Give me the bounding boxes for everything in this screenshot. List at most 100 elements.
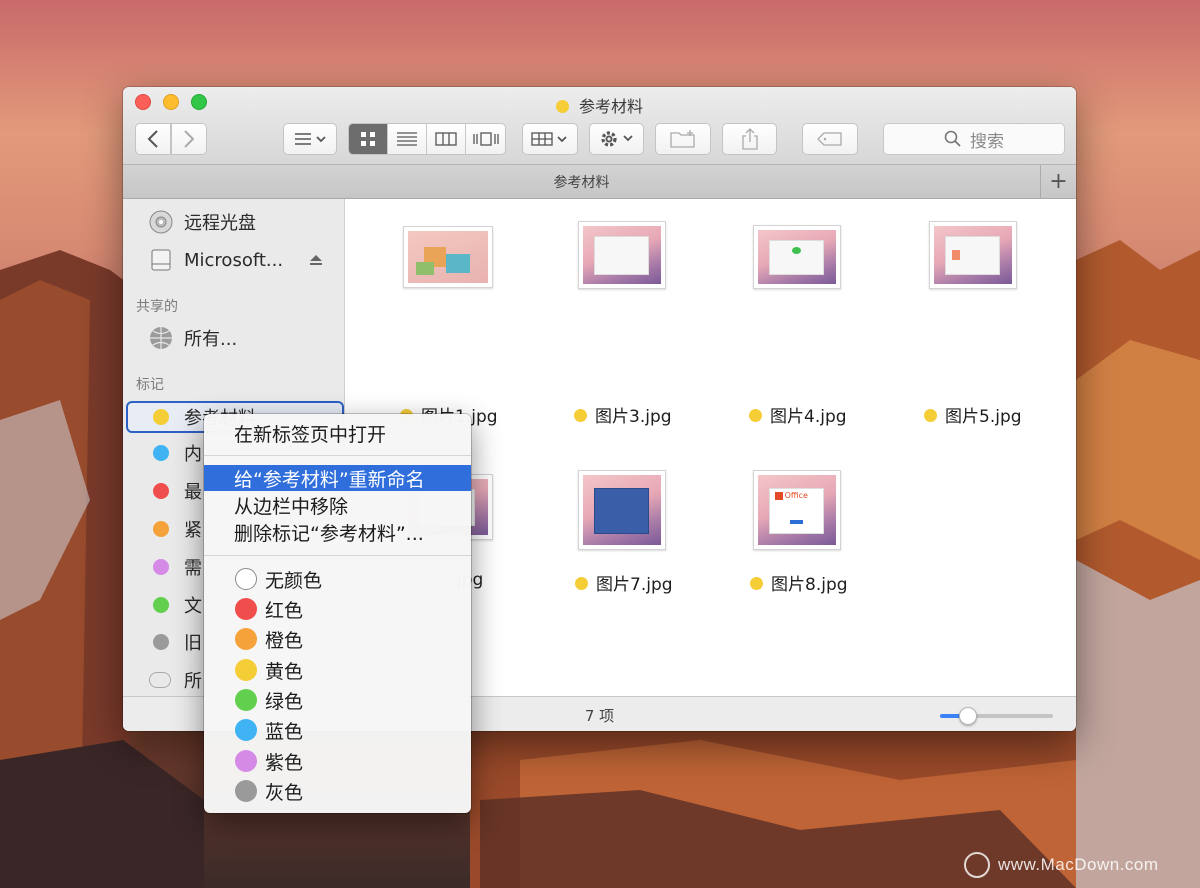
search-field[interactable]: 搜索 <box>883 123 1065 155</box>
sidebar-section-shared: 共享的 <box>136 299 178 315</box>
menu-color-red[interactable]: 红色 <box>204 594 471 624</box>
gear-icon <box>600 131 633 147</box>
menu-item-rename[interactable]: 给“参考材料”重新命名 <box>204 465 471 491</box>
tag-dot-icon <box>153 445 169 461</box>
color-label: 黄色 <box>265 660 304 683</box>
menu-item-open-new-tab[interactable]: 在新标签页中打开 <box>204 420 471 446</box>
tag-dot-icon <box>749 409 762 422</box>
tab-current[interactable]: 参考材料 <box>123 172 1040 192</box>
sidebar-item-all-shared[interactable]: 所有... <box>123 321 345 355</box>
share-icon <box>741 128 758 150</box>
file-thumbnail[interactable] <box>578 221 666 289</box>
sidebar-item-label: 最 <box>184 482 202 503</box>
eject-icon[interactable] <box>309 254 323 266</box>
share-button[interactable] <box>722 123 777 155</box>
color-swatch-icon <box>235 628 257 650</box>
sidebar-item-microsoft[interactable]: Microsoft... <box>123 243 345 277</box>
file-name[interactable]: 图片7.jpg <box>575 570 673 595</box>
file-thumbnail[interactable] <box>753 225 841 289</box>
search-icon <box>944 130 961 147</box>
forward-button[interactable] <box>171 123 207 155</box>
titlebar: 参考材料 搜索 <box>123 87 1076 165</box>
arrange-menu-button[interactable] <box>283 123 337 155</box>
color-swatch-icon <box>235 719 257 741</box>
tab-bar: 参考材料 + <box>123 165 1076 199</box>
watermark-logo-icon <box>964 852 990 878</box>
image-preview <box>583 226 661 284</box>
color-label: 灰色 <box>265 781 304 804</box>
color-swatch-icon <box>235 780 257 802</box>
drive-icon <box>151 249 171 271</box>
cover-flow-button[interactable] <box>466 124 505 154</box>
color-label: 蓝色 <box>265 720 304 743</box>
image-preview <box>408 231 488 283</box>
file-name[interactable]: 图片5.jpg <box>924 402 1022 427</box>
search-placeholder: 搜索 <box>970 131 1004 152</box>
menu-color-orange[interactable]: 橙色 <box>204 624 471 654</box>
action-menu-button[interactable] <box>589 123 644 155</box>
file-thumbnail[interactable] <box>578 470 666 550</box>
image-preview <box>758 230 836 284</box>
menu-color-gray[interactable]: 灰色 <box>204 776 471 806</box>
tag-dot-icon <box>574 409 587 422</box>
icon-view-button[interactable] <box>349 124 388 154</box>
menu-item-remove-from-sidebar[interactable]: 从边栏中移除 <box>204 492 471 518</box>
color-label: 紫色 <box>265 751 304 774</box>
color-label: 红色 <box>265 599 304 622</box>
columns-icon <box>435 132 457 146</box>
file-thumbnail[interactable]: Office <box>753 470 841 550</box>
menu-color-blue[interactable]: 蓝色 <box>204 715 471 745</box>
sidebar-item-remote-disc[interactable]: 远程光盘 <box>123 205 345 239</box>
menu-color-green[interactable]: 绿色 <box>204 685 471 715</box>
tag-dot-icon <box>750 577 763 590</box>
group-menu-button[interactable] <box>522 123 578 155</box>
menu-separator <box>204 455 471 456</box>
list-icon <box>397 132 417 146</box>
color-swatch-icon <box>235 689 257 711</box>
back-button[interactable] <box>135 123 171 155</box>
menu-item-delete-tag[interactable]: 删除标记“参考材料”... <box>204 519 471 545</box>
sidebar-item-label: 紧 <box>184 520 202 541</box>
file-name[interactable]: 图片4.jpg <box>749 402 847 427</box>
sidebar-section-tags: 标记 <box>136 377 164 393</box>
column-view-button[interactable] <box>427 124 466 154</box>
sidebar-item-label: 所有... <box>184 329 238 350</box>
sidebar-item-label: 远程光盘 <box>184 213 256 234</box>
tag-dot-icon <box>153 483 169 499</box>
list-view-button[interactable] <box>388 124 427 154</box>
color-label: 橙色 <box>265 629 304 652</box>
tag-icon <box>817 132 842 146</box>
window-title: 参考材料 <box>123 93 1076 117</box>
disc-icon <box>149 210 173 234</box>
image-preview <box>583 475 661 545</box>
watermark-text: www.MacDown.com <box>998 855 1159 874</box>
tag-dot-icon <box>575 577 588 590</box>
color-label: 绿色 <box>265 690 304 713</box>
tags-button[interactable] <box>802 123 858 155</box>
new-tab-button[interactable]: + <box>1040 165 1076 198</box>
group-grid-icon <box>531 132 567 146</box>
menu-color-yellow[interactable]: 黄色 <box>204 655 471 685</box>
icon-size-slider[interactable] <box>940 707 1053 725</box>
new-folder-button[interactable] <box>655 123 711 155</box>
network-icon <box>150 327 172 349</box>
image-preview <box>934 226 1012 284</box>
tag-dot-icon <box>153 521 169 537</box>
color-swatch-icon <box>235 598 257 620</box>
sidebar-item-label: 内 <box>184 444 202 465</box>
color-swatch-icon <box>235 568 257 590</box>
sidebar-item-label: 所 <box>184 671 202 692</box>
office-logo-text: Office <box>784 491 808 501</box>
menu-color-none[interactable]: 无颜色 <box>204 564 471 594</box>
file-thumbnail[interactable] <box>403 226 493 288</box>
menu-color-purple[interactable]: 紫色 <box>204 746 471 776</box>
tag-dot-icon <box>153 597 169 613</box>
file-name[interactable]: 图片8.jpg <box>750 570 848 595</box>
file-name[interactable]: 图片3.jpg <box>574 402 672 427</box>
file-thumbnail[interactable] <box>929 221 1017 289</box>
tag-dot-icon <box>555 100 569 113</box>
tag-dot-icon <box>153 559 169 575</box>
sidebar-item-label: 旧 <box>184 633 202 654</box>
view-mode-control <box>348 123 506 155</box>
sidebar-item-label: Microsoft... <box>184 249 284 271</box>
